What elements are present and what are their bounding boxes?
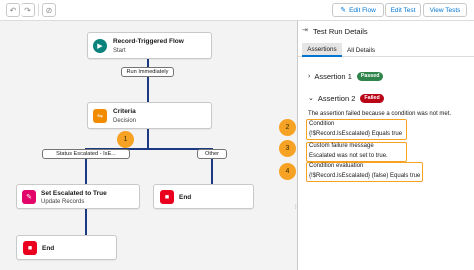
tab-all-details[interactable]: All Details (344, 43, 378, 57)
view-tests-button[interactable]: View Tests (423, 3, 467, 17)
resize-grip-icon[interactable]: ⁞ (295, 205, 297, 211)
condition-evaluation-value: {!$Record.IsEscalated} (false) Equals tr… (309, 173, 421, 179)
assertion-2-row[interactable]: ⌄ Assertion 2 Failed (308, 91, 384, 105)
start-node-title: Record-Triggered Flow (113, 38, 184, 45)
redo-icon: ↷ (24, 5, 31, 15)
edit-test-button[interactable]: Edit Test (385, 3, 421, 17)
end-node-main-label: End (42, 245, 55, 252)
redo-button[interactable]: ↷ (21, 3, 35, 17)
custom-failure-value: Escalated was not set to true. (309, 153, 388, 159)
undo-button[interactable]: ↶ (6, 3, 20, 17)
circle-slash-icon: ⊘ (45, 5, 53, 15)
run-immediately-pill: Run Immediately (121, 67, 174, 77)
update-node-title: Set Escalated to True (41, 190, 107, 197)
condition-value: {!$Record.IsEscalated} Equals true (309, 131, 403, 137)
connector-decision-split (147, 128, 149, 150)
tab-all-details-label: All Details (347, 46, 375, 54)
end-node-main[interactable]: ■ End (16, 235, 117, 260)
stop-icon: ■ (23, 241, 37, 255)
view-tests-label: View Tests (429, 6, 461, 14)
flow-canvas[interactable]: ▶ Record-Triggered Flow Start Run Immedi… (0, 21, 297, 270)
callout-1: 1 (117, 131, 134, 148)
assertion-1-row[interactable]: › Assertion 1 Passed (308, 69, 384, 83)
assertion-2-status-badge: Failed (360, 93, 384, 103)
callout-1-label: 1 (123, 136, 128, 143)
update-node-subtitle: Update Records (41, 199, 85, 205)
update-records-icon: ✎ (22, 190, 36, 204)
custom-failure-label: Custom failure message (309, 143, 374, 149)
decision-node-title: Criteria (113, 108, 136, 115)
top-toolbar: ↶ ↷ ⊘ ✎ Edit Flow Edit Test View Tests (0, 0, 474, 21)
panel-tabs: Assertions All Details (298, 43, 474, 57)
undo-icon: ↶ (9, 5, 17, 15)
pencil-icon: ✎ (340, 7, 347, 14)
decision-icon: ⇋ (93, 109, 107, 123)
condition-evaluation-label: Condition evaluation (309, 163, 364, 169)
panel-title: Test Run Details (313, 27, 368, 36)
decision-node[interactable]: ⇋ Criteria Decision (87, 102, 212, 129)
collapse-panel-icon[interactable]: ⇥ (302, 26, 308, 34)
branch-other-pill: Other (197, 149, 227, 159)
callout-4-label: 4 (285, 168, 290, 175)
callout-2: 2 (279, 119, 296, 136)
edit-flow-label: Edit Flow (349, 6, 376, 14)
callout-2-label: 2 (285, 124, 290, 131)
callout-4: 4 (279, 163, 296, 180)
connector-start-decision (147, 59, 149, 104)
stop-icon: ■ (160, 190, 174, 204)
callout-3-label: 3 (285, 145, 290, 152)
disable-button[interactable]: ⊘ (42, 3, 56, 17)
branch-right-label: Other (205, 151, 219, 157)
connector-update-end (85, 208, 87, 236)
test-run-details-panel: ⇥ Test Run Details Assertions All Detail… (279, 21, 474, 270)
decision-node-subtitle: Decision (113, 118, 137, 124)
callout-3: 3 (279, 140, 296, 157)
tab-assertions[interactable]: Assertions (302, 43, 342, 57)
branch-left-label: Status Escalated - IsE... (56, 151, 116, 157)
run-pill-label: Run Immediately (126, 69, 169, 75)
chevron-down-icon: ⌄ (308, 95, 314, 102)
failure-message: The assertion failed because a condition… (308, 111, 452, 117)
condition-label: Condition (309, 121, 335, 127)
start-node[interactable]: ▶ Record-Triggered Flow Start (87, 32, 212, 59)
edit-test-label: Edit Test (390, 6, 416, 14)
edit-flow-button[interactable]: ✎ Edit Flow (332, 3, 384, 17)
assertion-1-status-badge: Passed (356, 71, 384, 81)
branch-status-escalated-pill: Status Escalated - IsE... (42, 149, 130, 159)
assertion-2-label: Assertion 2 (317, 93, 356, 103)
end-node-other-label: End (179, 194, 192, 201)
tab-assertions-label: Assertions (307, 45, 337, 53)
start-node-subtitle: Start (113, 48, 126, 54)
update-records-node[interactable]: ✎ Set Escalated to True Update Records (16, 184, 140, 209)
toolbar-divider (38, 4, 39, 16)
panel-header: ⇥ Test Run Details (298, 21, 474, 41)
chevron-right-icon: › (308, 72, 311, 80)
assertion-1-label: Assertion 1 (314, 71, 352, 81)
play-icon: ▶ (93, 39, 107, 53)
end-node-other[interactable]: ■ End (153, 184, 254, 209)
